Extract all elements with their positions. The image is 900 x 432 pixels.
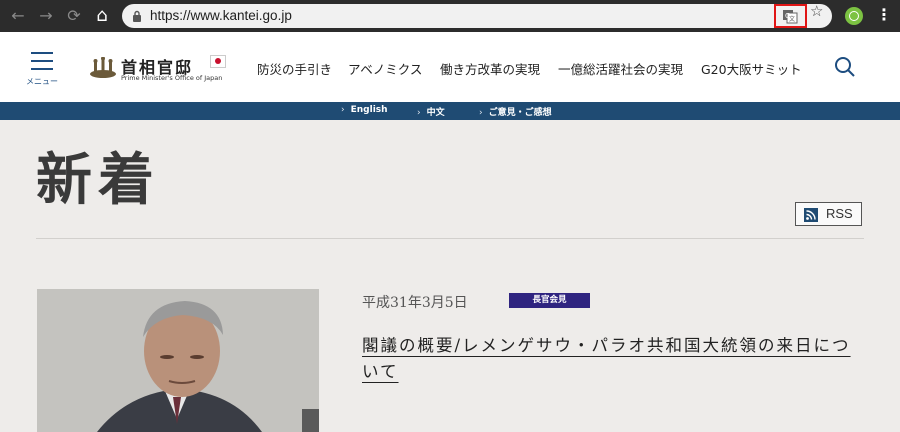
lock-icon <box>133 10 141 22</box>
lang-link-feedback[interactable]: › ご意見・ご感想 <box>479 105 552 118</box>
category-badge: 長官会見 <box>509 293 590 308</box>
news-photo-image <box>37 289 319 432</box>
nav-item-work-reform[interactable]: 働き方改革の実現 <box>440 59 540 78</box>
site-logo[interactable]: 首相官邸 Prime Minister's Office of Japan <box>88 53 230 85</box>
translate-icon: G 文 <box>783 10 798 24</box>
lang-link-chinese[interactable]: › 中文 <box>417 105 445 118</box>
site-header: メニュー 首相官邸 Prime Minister's Office of Jap… <box>0 32 900 102</box>
rss-icon <box>804 208 818 222</box>
menu-label: メニュー <box>26 77 58 86</box>
rss-button[interactable]: RSS <box>795 202 862 226</box>
forward-button-icon[interactable]: → <box>36 6 56 26</box>
search-icon[interactable] <box>834 56 856 78</box>
rss-label: RSS <box>826 206 853 221</box>
translate-button[interactable]: G 文 <box>774 4 807 28</box>
menu-button[interactable]: メニュー <box>22 52 60 88</box>
reload-button-icon[interactable]: ⟳ <box>64 6 84 26</box>
bookmark-star-icon[interactable]: ☆ <box>810 2 823 20</box>
news-date: 平成31年3月5日 <box>362 295 468 311</box>
news-headline-link[interactable]: 閣議の概要/レメンゲサウ・パラオ共和国大統領の来日について <box>362 333 862 385</box>
svg-text:文: 文 <box>789 15 795 23</box>
browser-toolbar: ← → ⟳ ⌂ https://www.kantei.go.jp G 文 ☆ ⋮ <box>0 0 900 32</box>
lang-link-english[interactable]: › English <box>341 105 388 115</box>
logo-subtitle: Prime Minister's Office of Japan <box>121 74 223 82</box>
japan-flag-icon <box>210 55 226 68</box>
nav-item-disaster[interactable]: 防災の手引き <box>257 59 332 78</box>
news-photo[interactable] <box>37 289 319 432</box>
page-title: 新着 <box>36 147 160 213</box>
language-bar: › English › 中文 › ご意見・ご感想 <box>0 102 900 120</box>
nav-item-dynamic-engagement[interactable]: 一億総活躍社会の実現 <box>558 59 683 78</box>
hamburger-icon <box>31 52 53 54</box>
back-button-icon[interactable]: ← <box>8 6 28 26</box>
browser-menu-icon[interactable]: ⋮ <box>876 5 892 24</box>
divider <box>36 238 864 239</box>
paulownia-crest-icon <box>90 57 116 78</box>
address-bar[interactable]: https://www.kantei.go.jp <box>122 4 832 28</box>
home-button-icon[interactable]: ⌂ <box>92 6 112 26</box>
url-text: https://www.kantei.go.jp <box>150 8 292 23</box>
extension-icon[interactable] <box>845 7 863 25</box>
nav-item-g20[interactable]: G20大阪サミット <box>701 59 802 78</box>
nav-item-abenomics[interactable]: アベノミクス <box>348 59 422 78</box>
